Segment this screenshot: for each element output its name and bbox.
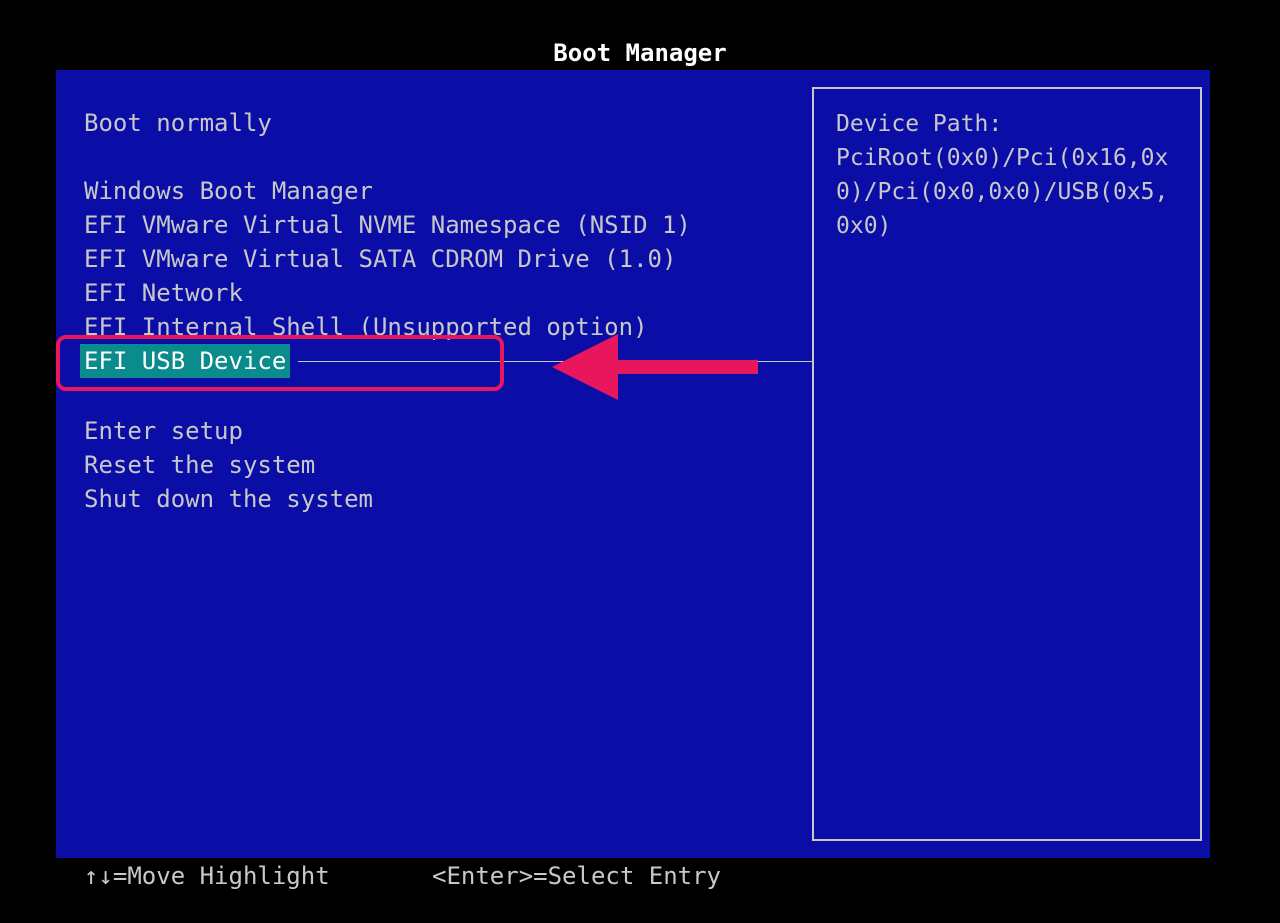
device-path-text: Device Path: PciRoot(0x0)/Pci(0x16,0x 0)…	[836, 111, 1169, 239]
menu-item-windows-boot-manager[interactable]: Windows Boot Manager	[84, 174, 373, 208]
menu-item-shut-down[interactable]: Shut down the system	[84, 482, 373, 516]
menu-item-nvme-namespace[interactable]: EFI VMware Virtual NVME Namespace (NSID …	[84, 208, 691, 242]
menu-item-boot-normally[interactable]: Boot normally	[84, 106, 272, 140]
menu-item-efi-network[interactable]: EFI Network	[84, 276, 243, 310]
boot-manager-title: Boot Manager	[553, 39, 727, 67]
footer-bar: ↑↓=Move Highlight <Enter>=Select Entry	[0, 858, 1280, 894]
device-path-panel: Device Path: PciRoot(0x0)/Pci(0x16,0x 0)…	[812, 87, 1202, 841]
move-highlight-hint: ↑↓=Move Highlight	[84, 862, 330, 890]
left-arrow-icon	[552, 334, 758, 400]
menu-item-sata-cdrom[interactable]: EFI VMware Virtual SATA CDROM Drive (1.0…	[84, 242, 676, 276]
annotation-highlight-box	[56, 335, 504, 391]
select-entry-hint: <Enter>=Select Entry	[432, 862, 721, 890]
menu-item-reset-system[interactable]: Reset the system	[84, 448, 315, 482]
menu-item-enter-setup[interactable]: Enter setup	[84, 414, 243, 448]
